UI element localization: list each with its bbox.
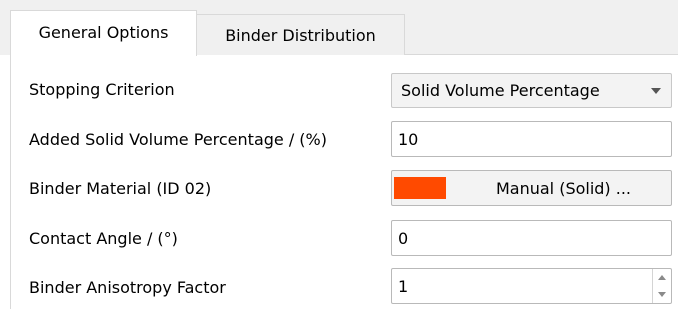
tab-general-options[interactable]: General Options <box>10 10 197 56</box>
added-solid-volume-input[interactable]: 10 <box>391 121 672 157</box>
binder-anisotropy-spinbox[interactable]: 1 <box>391 268 672 304</box>
tab-general-options-label: General Options <box>38 23 169 42</box>
arrow-up-icon[interactable] <box>653 269 670 285</box>
binder-material-label: Binder Material (ID 02) <box>29 179 212 198</box>
added-solid-volume-label: Added Solid Volume Percentage / (%) <box>29 130 327 149</box>
added-solid-volume-value: 10 <box>398 129 419 149</box>
contact-angle-input[interactable]: 0 <box>391 220 672 256</box>
tab-binder-distribution-label: Binder Distribution <box>225 25 376 45</box>
binder-material-button-label: Manual (Solid) ... <box>495 178 632 198</box>
chevron-down-icon <box>651 87 661 94</box>
stopping-criterion-selected: Solid Volume Percentage <box>401 81 600 100</box>
contact-angle-value: 0 <box>398 228 409 248</box>
tab-binder-distribution[interactable]: Binder Distribution <box>197 14 405 55</box>
binder-material-button[interactable]: Manual (Solid) ... <box>391 170 672 206</box>
tab-bar: General Options Binder Distribution <box>0 0 678 56</box>
stopping-criterion-label: Stopping Criterion <box>29 80 175 99</box>
contact-angle-label: Contact Angle / (°) <box>29 229 178 248</box>
binder-anisotropy-value: 1 <box>398 276 409 296</box>
arrow-down-icon[interactable] <box>653 286 670 302</box>
binder-anisotropy-label: Binder Anisotropy Factor <box>29 278 226 297</box>
binder-material-color-swatch <box>394 177 446 199</box>
stopping-criterion-dropdown[interactable]: Solid Volume Percentage <box>391 73 672 108</box>
spin-buttons <box>652 269 671 303</box>
